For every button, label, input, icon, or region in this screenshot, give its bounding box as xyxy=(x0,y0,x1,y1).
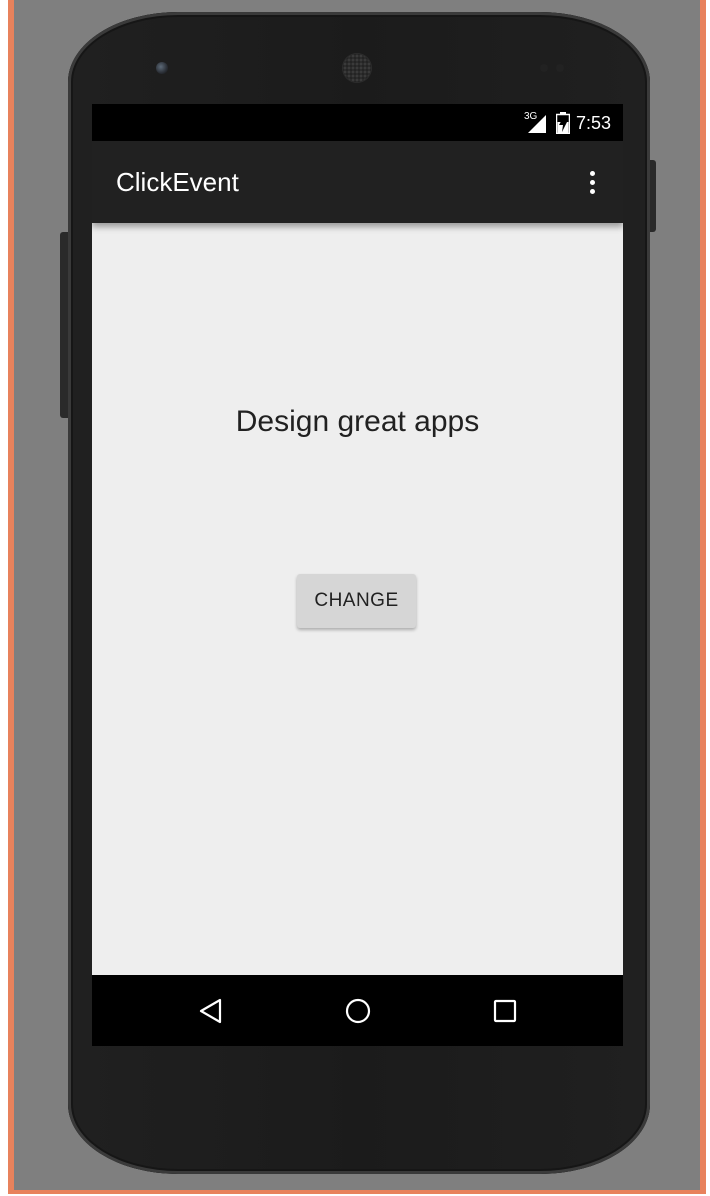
back-icon xyxy=(199,998,222,1024)
light-sensor-icon xyxy=(556,64,564,72)
recents-icon xyxy=(493,999,517,1023)
app-bar: ClickEvent xyxy=(92,141,623,223)
home-button[interactable] xyxy=(340,993,376,1029)
more-vert-icon xyxy=(589,170,595,176)
navigation-bar xyxy=(92,975,623,1046)
home-icon xyxy=(345,998,371,1024)
change-button[interactable]: CHANGE xyxy=(297,574,416,628)
more-vert-icon-dot xyxy=(589,188,595,194)
battery-icon xyxy=(555,112,571,135)
headline-text: Design great apps xyxy=(235,405,480,438)
device-screen: 3G 7:53 ClickEvent Design great apps CHA… xyxy=(92,104,623,1046)
overflow-menu-button[interactable] xyxy=(581,165,603,199)
back-button[interactable] xyxy=(193,993,229,1029)
proximity-sensor-icon xyxy=(540,64,548,72)
more-vert-icon-dot xyxy=(589,179,595,185)
front-camera-icon xyxy=(156,62,168,74)
clock: 7:53 xyxy=(575,112,611,133)
main-content: Design great apps CHANGE xyxy=(92,223,623,975)
status-icons: 3G 7:53 xyxy=(524,110,611,136)
app-title: ClickEvent xyxy=(116,167,239,197)
status-bar: 3G 7:53 xyxy=(92,104,623,141)
recents-button[interactable] xyxy=(487,993,523,1029)
signal-icon: 3G xyxy=(524,111,550,134)
earpiece-speaker-icon xyxy=(343,54,371,82)
